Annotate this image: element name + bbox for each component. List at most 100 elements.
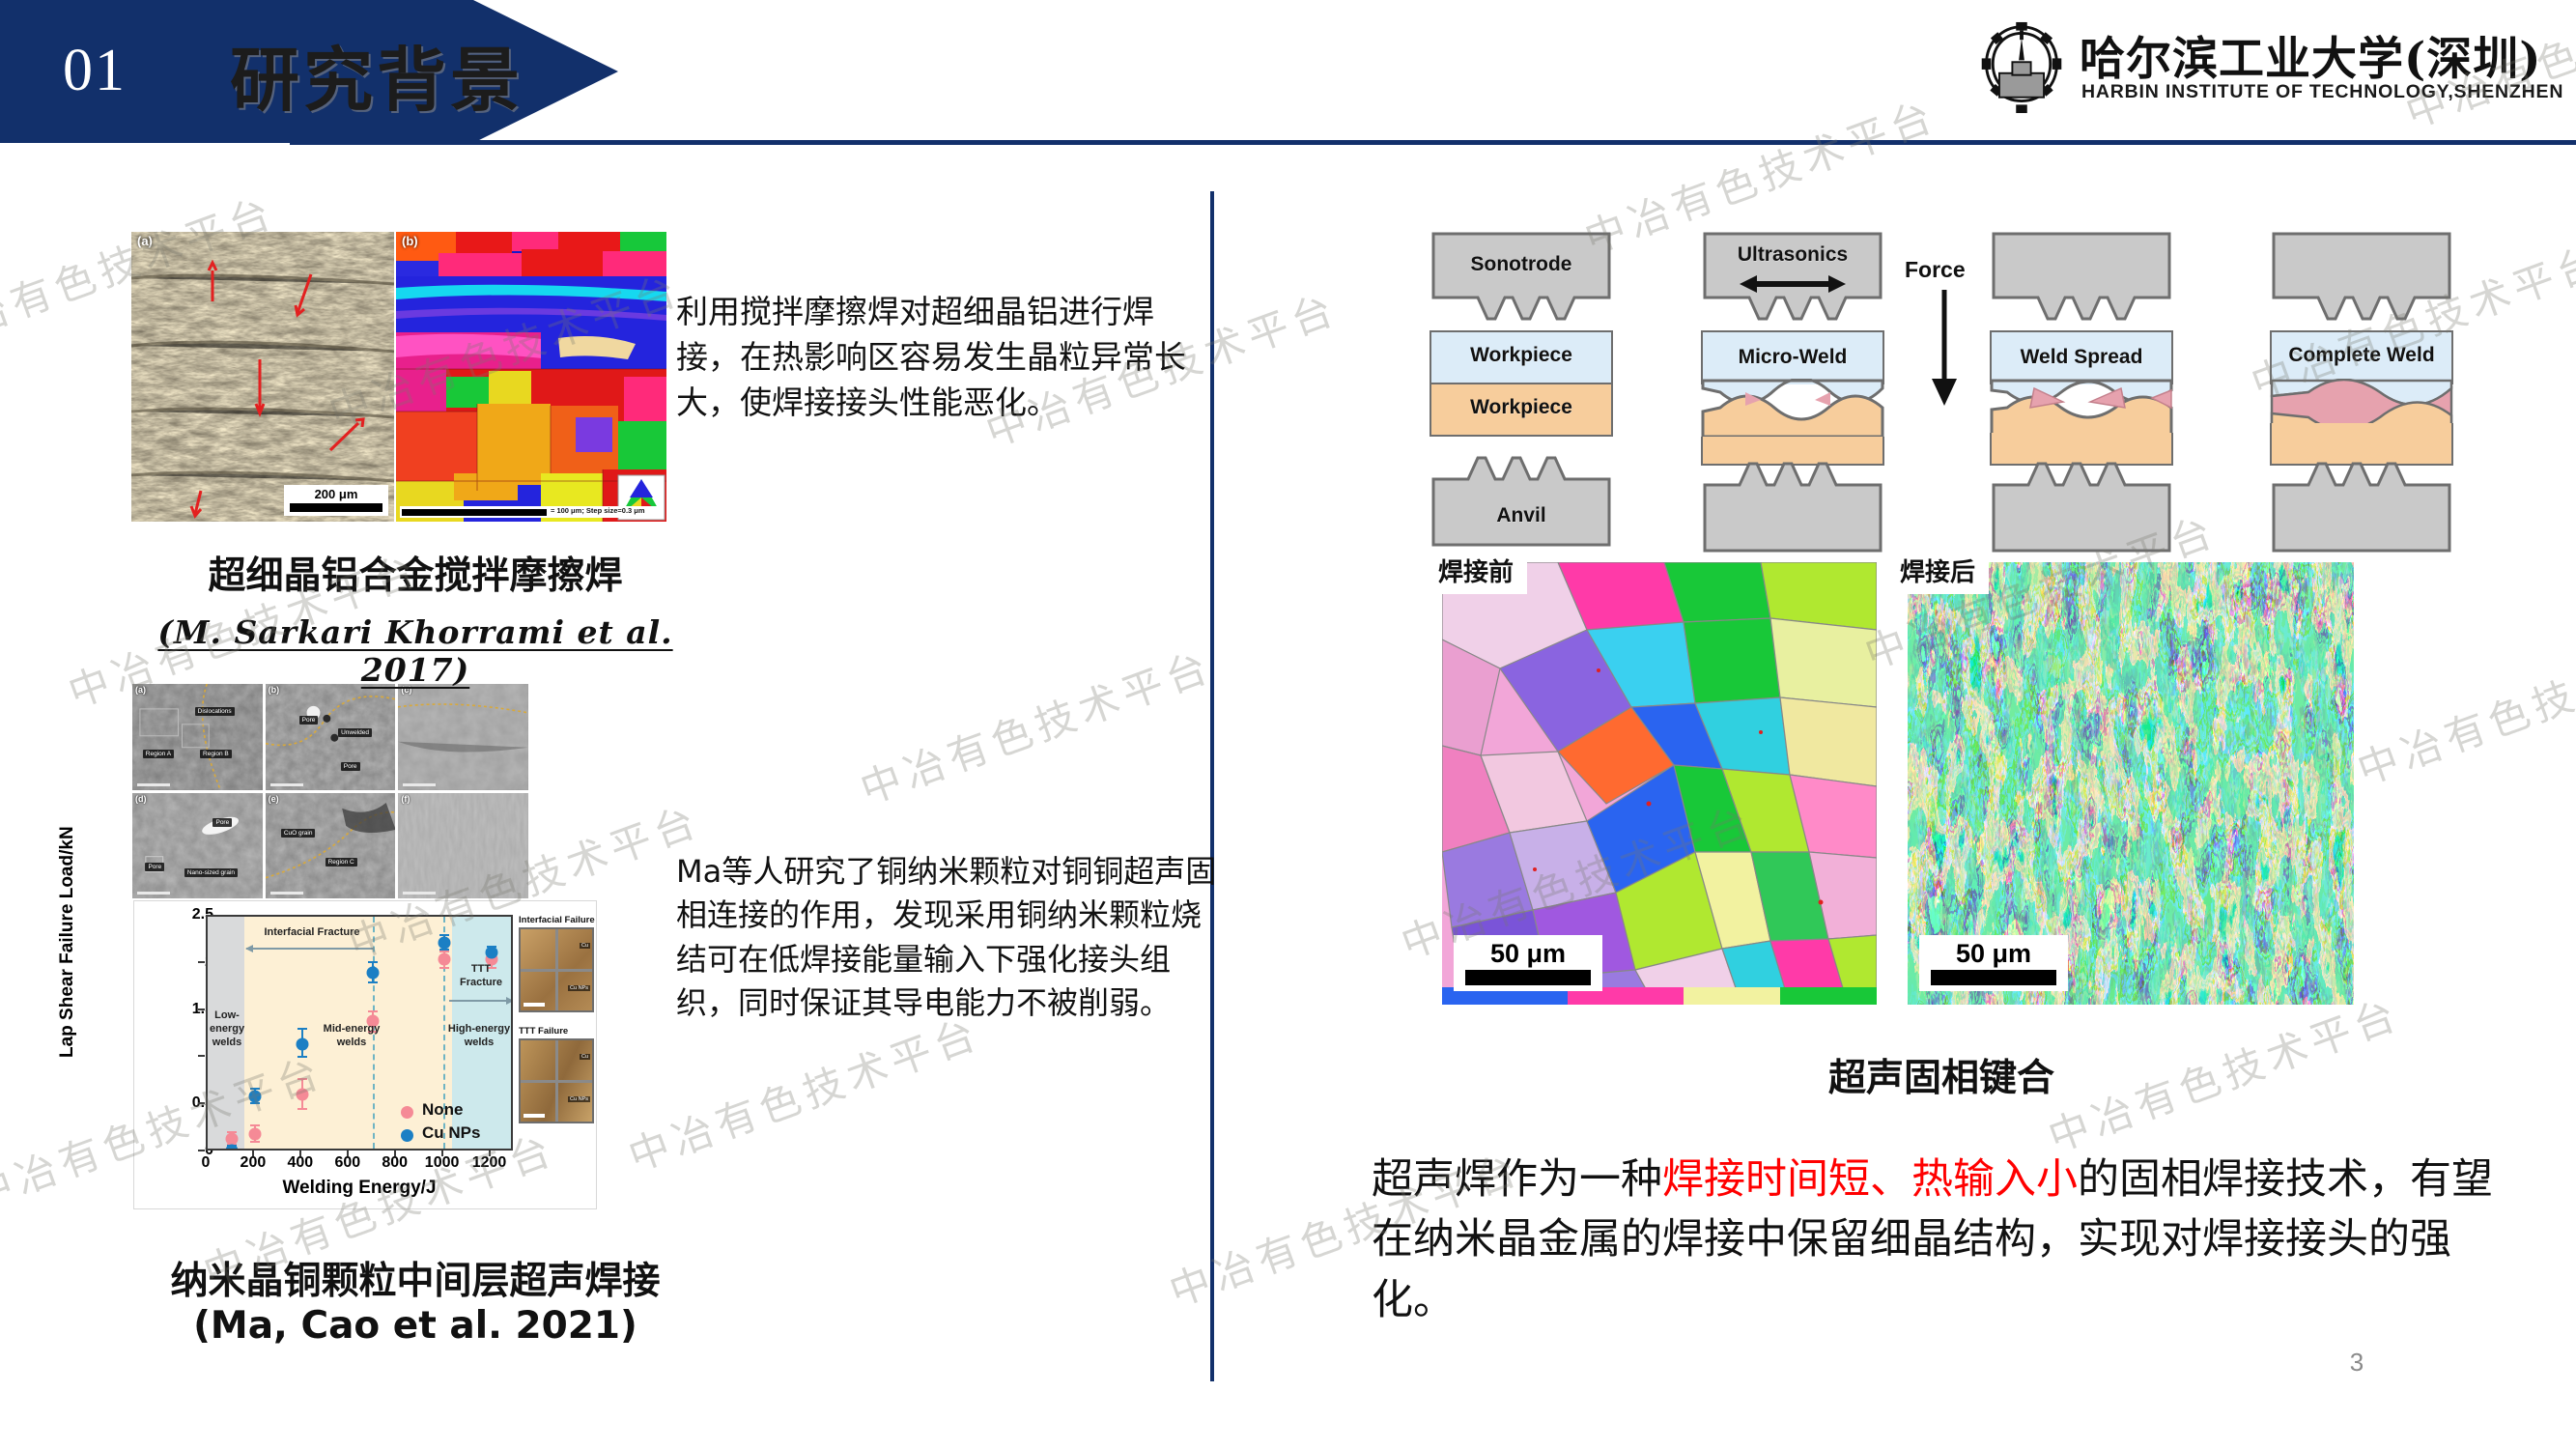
tem-f-graphic	[398, 792, 528, 898]
tem-image-montage: (a) Dislocations Region A Region B (b) P…	[132, 684, 528, 898]
left-caption-2-title: 纳米晶铜颗粒中间层超声焊接	[170, 1260, 661, 1303]
left-caption-2-citation: (Ma, Cao et al. 2021)	[193, 1304, 637, 1348]
inset-scalebar	[524, 1003, 545, 1007]
tem-b-graphic	[265, 684, 396, 790]
legend-label-none: None	[422, 1100, 464, 1119]
chart-plot-area: Low-energy welds Mid-energy welds High-e…	[206, 915, 513, 1151]
optical-micrograph-panel-a: (a) 200 μm	[130, 232, 395, 522]
tem-note: Dislocations	[194, 707, 235, 717]
tem-note: CuO grain	[280, 828, 316, 838]
ebsd-scalebar-bar	[1931, 970, 2056, 985]
x-tick-label: 200	[240, 1154, 267, 1171]
region-label-low: Low-energy welds	[210, 1009, 245, 1048]
tem-panel-tag: (e)	[268, 793, 279, 804]
x-tick-label: 0	[201, 1154, 211, 1171]
usw-stage-1-top-label: Sonotrode	[1470, 253, 1572, 275]
right-conclusion-paragraph: 超声焊作为一种焊接时间短、热输入小的固相焊接技术，有望在纳米晶金属的焊接中保留细…	[1372, 1150, 2511, 1330]
x-tick-label: 1200	[471, 1154, 507, 1171]
micrograph-a-graphic	[130, 232, 395, 522]
annotation-arrow-left	[245, 945, 374, 952]
watermark-text: 中冶有色技术平台	[2352, 625, 2576, 795]
ebsd-scalebar-text: 50 μm	[1489, 938, 1567, 968]
datapoint-none	[225, 1132, 238, 1146]
usw-stage-2: Ultrasonics Micro-Weld	[1701, 230, 1884, 553]
x-tick-label: 1000	[424, 1154, 460, 1171]
annotation-interfacial-fracture: Interfacial Fracture	[264, 926, 360, 938]
ebsd-before-welding: 焊接前 50 μm	[1429, 549, 1878, 1006]
inset-divider-v	[555, 1040, 559, 1122]
x-tick-mark	[488, 1151, 491, 1156]
tem-panel-tag: (f)	[401, 793, 410, 804]
tem-note: Pore	[340, 762, 360, 772]
inset-scalebar	[524, 1114, 545, 1118]
page-title: 研究背景	[230, 39, 524, 121]
scalebar-b-bar	[402, 509, 547, 516]
tem-d-graphic	[132, 792, 263, 898]
watermark-text: 中冶有色技术平台	[623, 1011, 987, 1181]
left-caption-1-title: 超细晶铝合金搅拌摩擦焊	[208, 554, 623, 598]
tem-note: Region A	[142, 749, 175, 758]
force-arrow-icon	[1932, 290, 1957, 406]
usw-stage-4-mid-label: Complete Weld	[2288, 344, 2435, 366]
anvil-shape	[1992, 462, 2171, 553]
ebsd-map-panel-b: (b) = 100 μm; Step size=0.3 μm	[396, 232, 666, 522]
tem-panel-c: (c)	[398, 684, 528, 790]
sonotrode-shape	[2272, 232, 2451, 321]
datapoint-cunps	[366, 966, 380, 979]
tem-panel-d: (d) Pore Pore Nano-sized grain	[132, 792, 263, 898]
tem-panel-b: (b) Pore Unwelded Pore	[265, 684, 396, 790]
vibration-arrow-icon	[1740, 275, 1846, 293]
inset-quadrant-label: Cu	[579, 1054, 590, 1060]
x-tick-mark	[393, 1151, 396, 1156]
inset-image-ttt: Cu Cu NPs	[519, 1038, 594, 1123]
tem-note: Nano-sized grain	[184, 868, 238, 878]
weld-spread-interface	[1990, 379, 2173, 437]
tem-e-graphic	[265, 792, 396, 898]
conclusion-part-1: 超声焊作为一种	[1372, 1155, 1662, 1204]
watermark-text: 中冶有色技术平台	[855, 644, 1219, 814]
scalebar-b: = 100 μm; Step size=0.3 μm	[400, 506, 663, 518]
usw-stage-3: Weld Spread	[1990, 230, 2173, 553]
usw-stage-1-mid2-label: Workpiece	[1470, 396, 1572, 418]
x-tick-mark	[251, 1151, 254, 1156]
left-caption-1-citation: (M. Sarkari Khorrami et al. 2017)	[157, 613, 673, 689]
sonotrode-shape	[1431, 232, 1611, 321]
inset-image-interfacial: Cu Cu NPs	[519, 927, 594, 1012]
legend-swatch-none	[401, 1106, 413, 1119]
datapoint-none	[248, 1127, 262, 1141]
tem-note: Pore	[145, 862, 165, 871]
y-tick-mark	[198, 1008, 205, 1010]
x-tick-label: 800	[382, 1154, 409, 1171]
tem-note: Unwelded	[338, 727, 372, 737]
tem-c-graphic	[398, 684, 528, 790]
usw-stage-2-mid-label: Micro-Weld	[1738, 346, 1848, 368]
usw-stage-1-mid-label: Workpiece	[1470, 344, 1572, 366]
tem-scalebar	[269, 892, 303, 895]
left-paragraph-1: 利用搅拌摩擦焊对超细晶铝进行焊接，在热影响区容易发生晶粒异常长大，使焊接接头性能…	[676, 293, 1186, 421]
tem-scalebar	[137, 892, 170, 895]
x-tick-mark	[440, 1151, 443, 1156]
datapoint-cunps	[485, 946, 497, 959]
ebsd-before-label: 焊接前	[1429, 549, 1528, 594]
tem-note: Pore	[298, 715, 319, 724]
tem-scalebar	[269, 782, 303, 786]
usw-stage-3-workpiece-bottom	[1990, 433, 2173, 466]
scalebar-b-text: = 100 μm; Step size=0.3 μm	[551, 506, 645, 515]
tem-note: Region B	[200, 749, 232, 758]
datapoint-cunps	[296, 1037, 309, 1051]
inset-title-interfacial: Interfacial Failure	[519, 915, 595, 925]
tem-scalebar	[137, 782, 170, 786]
tem-panel-f: (f)	[398, 792, 528, 898]
scalebar-a-bar	[290, 503, 382, 512]
y-tick-mark	[198, 1150, 205, 1151]
annotation-ttt-fracture: TTT Fracture	[459, 963, 503, 988]
tem-scalebar	[403, 782, 437, 786]
chart-x-axis-label: Welding Energy/J	[282, 1178, 437, 1198]
ebsd-after-welding: 焊接后 50 μm	[1890, 549, 2354, 1005]
tem-note: Region C	[325, 858, 357, 867]
section-number: 01	[63, 38, 127, 103]
conclusion-highlight: 焊接时间短、热输入小	[1662, 1155, 2078, 1204]
y-tick-mark	[198, 960, 205, 963]
tem-a-graphic	[132, 684, 263, 790]
inset-title-ttt: TTT Failure	[519, 1026, 569, 1037]
